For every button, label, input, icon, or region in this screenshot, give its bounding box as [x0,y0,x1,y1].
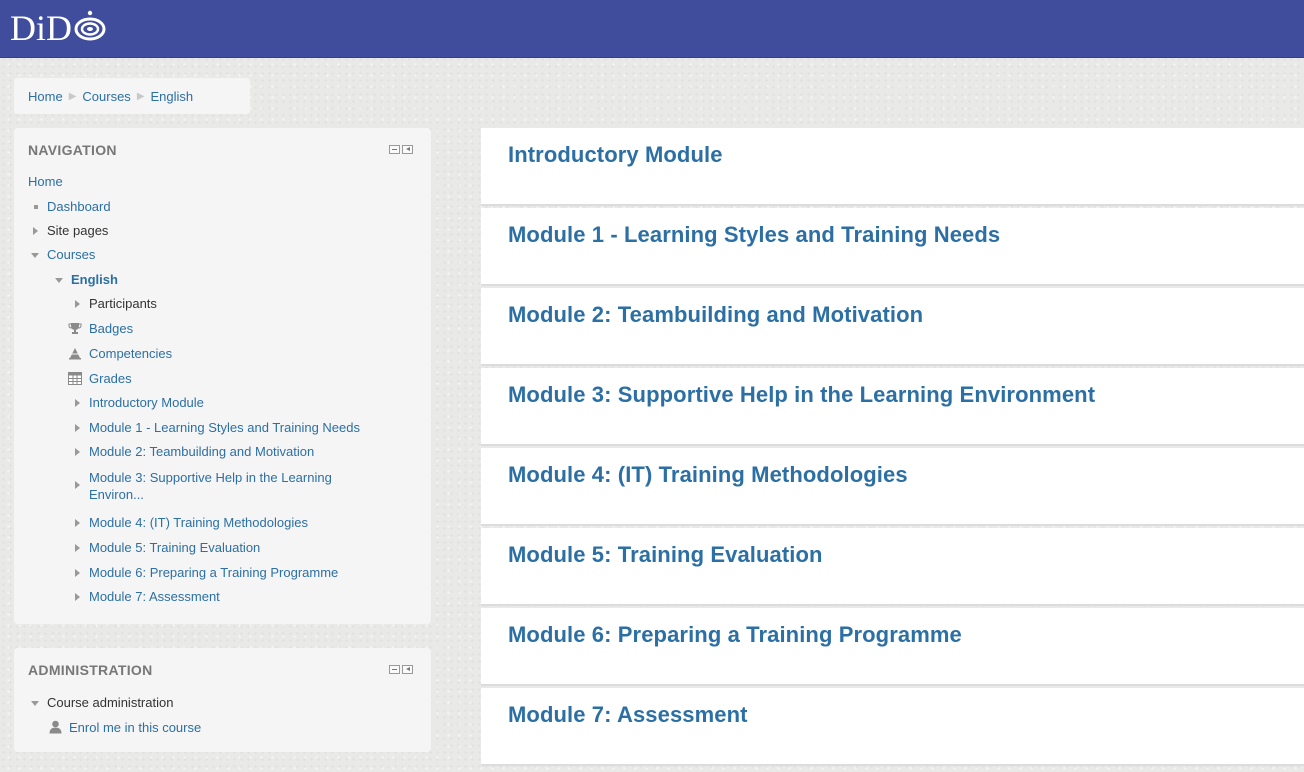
nav-module-item[interactable]: Module 2: Teambuilding and Motivation [75,444,315,460]
nav-module-item[interactable]: Module 7: Assessment [75,589,220,605]
enrol-label: Enrol me in this course [69,720,202,735]
expanded-arrow-icon [31,253,39,258]
course-administration-item[interactable]: Course administration [31,695,174,711]
nav-module-label: Module 3: Supportive Help in the Learnin… [89,470,332,502]
course-section: Module 2: Teambuilding and Motivation [481,288,1304,366]
nav-dashboard-label: Dashboard [47,199,111,214]
nav-module-item[interactable]: Module 3: Supportive Help in the Learnin… [75,469,389,503]
course-section: Module 1 - Learning Styles and Training … [481,208,1304,286]
section-title[interactable]: Introductory Module [508,142,723,168]
collapsed-arrow-icon [75,424,80,432]
site-header: DiD [0,0,1304,58]
section-title[interactable]: Module 4: (IT) Training Methodologies [508,462,908,488]
grades-table-icon [68,372,82,385]
breadcrumb-home[interactable]: Home [28,89,63,104]
course-administration-label: Course administration [47,695,174,710]
nav-grades[interactable]: Grades [68,371,132,387]
nav-site-pages-label: Site pages [47,223,109,238]
section-title[interactable]: Module 3: Supportive Help in the Learnin… [508,382,1095,408]
course-section: Module 4: (IT) Training Methodologies [481,448,1304,526]
nav-home[interactable]: Home [28,174,63,190]
nav-module-item[interactable]: Module 6: Preparing a Training Programme [75,565,339,581]
breadcrumb-courses[interactable]: Courses [82,89,130,104]
section-title[interactable]: Module 7: Assessment [508,702,748,728]
nav-module-label: Module 2: Teambuilding and Motivation [89,444,315,459]
nav-course-label: English [71,272,118,287]
trophy-icon [68,323,82,334]
nav-participants-label: Participants [89,296,157,311]
nav-module-label: Introductory Module [89,395,204,410]
nav-grades-label: Grades [89,371,132,386]
nav-module-label: Module 7: Assessment [89,589,220,604]
expanded-arrow-icon [55,278,63,283]
section-title[interactable]: Module 5: Training Evaluation [508,542,823,568]
nav-module-label: Module 6: Preparing a Training Programme [89,565,339,580]
nav-module-item[interactable]: Module 1 - Learning Styles and Training … [75,420,360,436]
course-content: Introductory Module Module 1 - Learning … [481,128,1304,768]
course-section: Module 7: Assessment [481,688,1304,766]
nav-site-pages[interactable]: Site pages [33,223,109,239]
section-title[interactable]: Module 6: Preparing a Training Programme [508,622,962,648]
expanded-arrow-icon [31,701,39,706]
navigation-block: NAVIGATION Home Dashboard Site pages Cou… [14,128,431,624]
course-section: Module 5: Training Evaluation [481,528,1304,606]
breadcrumb-english[interactable]: English [151,89,194,104]
collapsed-arrow-icon [75,593,80,601]
course-section: Module 3: Supportive Help in the Learnin… [481,368,1304,446]
breadcrumb-separator-icon: ▶ [68,90,77,102]
course-section: Introductory Module [481,128,1304,206]
nav-courses[interactable]: Courses [31,247,96,263]
collapsed-arrow-icon [75,481,80,489]
nav-courses-label: Courses [47,247,96,262]
nav-module-item[interactable]: Module 5: Training Evaluation [75,540,261,556]
collapsed-arrow-icon [75,300,80,308]
nav-course-english[interactable]: English [55,272,118,288]
section-title[interactable]: Module 2: Teambuilding and Motivation [508,302,923,328]
nav-module-label: Module 4: (IT) Training Methodologies [89,515,308,530]
nav-competencies-label: Competencies [89,346,173,361]
nav-participants[interactable]: Participants [75,296,157,312]
breadcrumb: Home ▶ Courses ▶ English [14,78,250,114]
section-title[interactable]: Module 1 - Learning Styles and Training … [508,222,1000,248]
competencies-icon [69,348,81,360]
collapsed-arrow-icon [75,399,80,407]
nav-badges[interactable]: Badges [68,321,134,337]
course-section: Module 6: Preparing a Training Programme [481,608,1304,686]
collapsed-arrow-icon [75,544,80,552]
logo-ripple-icon [74,10,106,41]
nav-dashboard[interactable]: Dashboard [34,199,111,215]
collapsed-arrow-icon [75,569,80,577]
bullet-icon [34,205,38,209]
nav-badges-label: Badges [89,321,134,336]
nav-module-label: Module 1 - Learning Styles and Training … [89,420,360,435]
nav-competencies[interactable]: Competencies [69,346,173,362]
enrol-link[interactable]: Enrol me in this course [49,720,202,736]
logo-text: DiD [10,8,72,48]
collapsed-arrow-icon [33,227,38,235]
site-logo[interactable]: DiD [10,6,107,50]
breadcrumb-separator-icon: ▶ [136,90,145,102]
administration-block: ADMINISTRATION Course administration Enr… [14,648,431,752]
nav-module-label: Module 5: Training Evaluation [89,540,261,555]
collapsed-arrow-icon [75,519,80,527]
nav-module-item[interactable]: Module 4: (IT) Training Methodologies [75,515,308,531]
collapsed-arrow-icon [75,448,80,456]
nav-module-item[interactable]: Introductory Module [75,395,204,411]
user-icon [49,720,62,734]
